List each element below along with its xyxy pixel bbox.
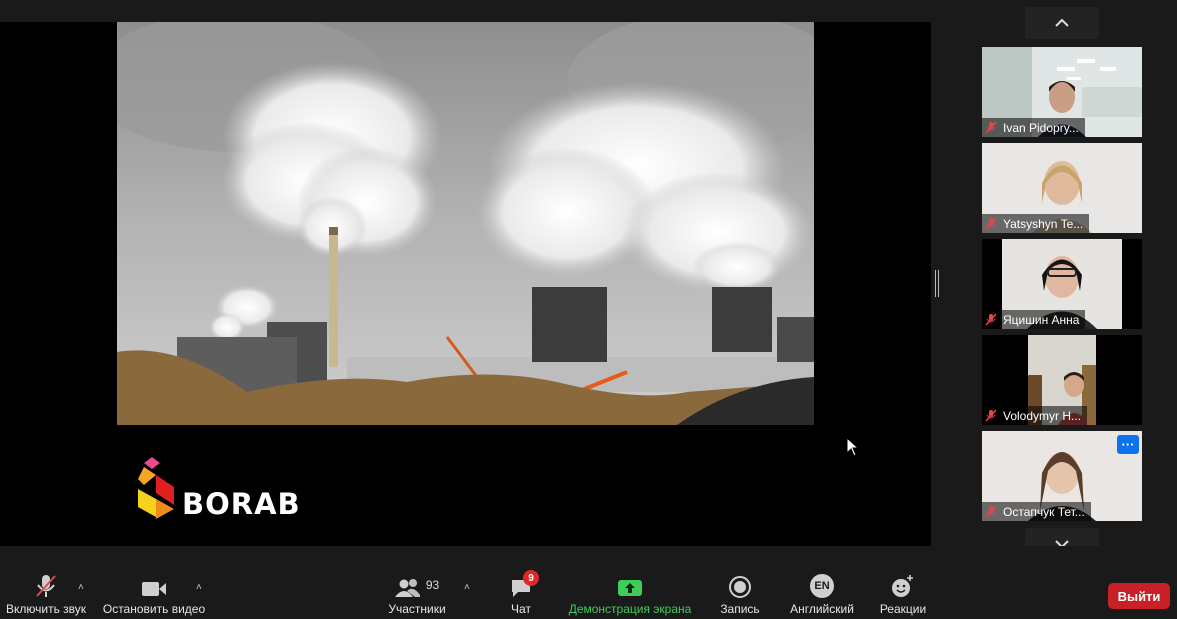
share-screen-button[interactable]: Демонстрация экрана [566,546,694,619]
video-camera-icon [141,572,167,598]
leave-meeting-button[interactable]: Выйти [1108,583,1170,609]
top-strip [0,0,1177,22]
unmute-label: Включить звук [5,602,87,616]
language-globe-icon: EN [810,572,834,598]
video-options-caret-icon[interactable]: ˄ [196,582,202,593]
borab-logo-text: BORAB [182,487,301,521]
participant-name-tag: Яцишин Анна [982,310,1086,329]
record-icon [729,572,751,598]
stop-video-button[interactable]: Остановить видео [101,546,207,619]
chat-unread-badge: 9 [523,570,539,586]
participant-tile[interactable]: ··· Остапчук Тет... [982,431,1142,521]
participant-tile[interactable]: Yatsyshyn Te... [982,143,1142,233]
language-label: Английский [790,602,854,616]
participants-icon [394,579,420,597]
participant-name: Ivan Pidopry... [1003,120,1079,135]
borab-logo-mark-icon [138,457,174,519]
meeting-toolbar: Включить звук ˄ Остановить видео ˄ 93 Уч… [0,546,1177,619]
stop-video-label: Остановить видео [102,602,206,616]
participants-count: 93 [425,578,440,592]
slide-photo [117,22,814,425]
participant-tile[interactable]: Яцишин Анна [982,239,1142,329]
muted-mic-icon [985,121,997,134]
panel-resize-handle[interactable] [935,270,939,297]
participants-options-caret-icon[interactable]: ˄ [464,582,470,593]
muted-mic-icon [985,313,997,326]
record-button[interactable]: Запись [716,546,764,619]
muted-mic-icon [985,409,997,422]
record-label: Запись [720,602,760,616]
participant-name-tag: Остапчук Тет... [982,502,1091,521]
muted-mic-icon [985,217,997,230]
share-screen-icon [617,572,643,598]
participant-name: Остапчук Тет... [1003,504,1085,519]
chat-button[interactable]: 9 Чат [505,546,539,619]
smiley-reaction-icon [891,572,915,598]
borab-logo: BORAB [138,457,301,521]
gallery-scroll-up-button[interactable] [1025,7,1099,39]
participant-name: Яцишин Анна [1003,312,1080,327]
muted-mic-icon [985,505,997,518]
chevron-up-icon [1055,19,1069,27]
more-options-button[interactable]: ··· [1117,435,1139,454]
language-interpretation-button[interactable]: EN Английский [786,546,858,619]
participants-button[interactable]: 93 Участники [386,546,448,619]
reactions-button[interactable]: Реакции [877,546,929,619]
reactions-label: Реакции [879,602,927,616]
share-screen-label: Демонстрация экрана [568,602,692,616]
participants-label: Участники [388,602,446,616]
muted-microphone-icon [35,572,57,598]
participant-name: Yatsyshyn Te... [1003,216,1084,231]
participant-tile[interactable]: Volodymyr H... [982,335,1142,425]
participant-name: Volodymyr H... [1003,408,1082,423]
audio-options-caret-icon[interactable]: ˄ [78,582,84,593]
participant-tile[interactable]: Ivan Pidopry... [982,47,1142,137]
language-code: EN [810,574,834,598]
unmute-button[interactable]: Включить звук [3,546,89,619]
mouse-cursor-icon [846,436,860,462]
participant-name-tag: Yatsyshyn Te... [982,214,1090,233]
chat-label: Чат [511,602,531,616]
participant-name-tag: Volodymyr H... [982,406,1088,425]
participant-name-tag: Ivan Pidopry... [982,118,1085,137]
